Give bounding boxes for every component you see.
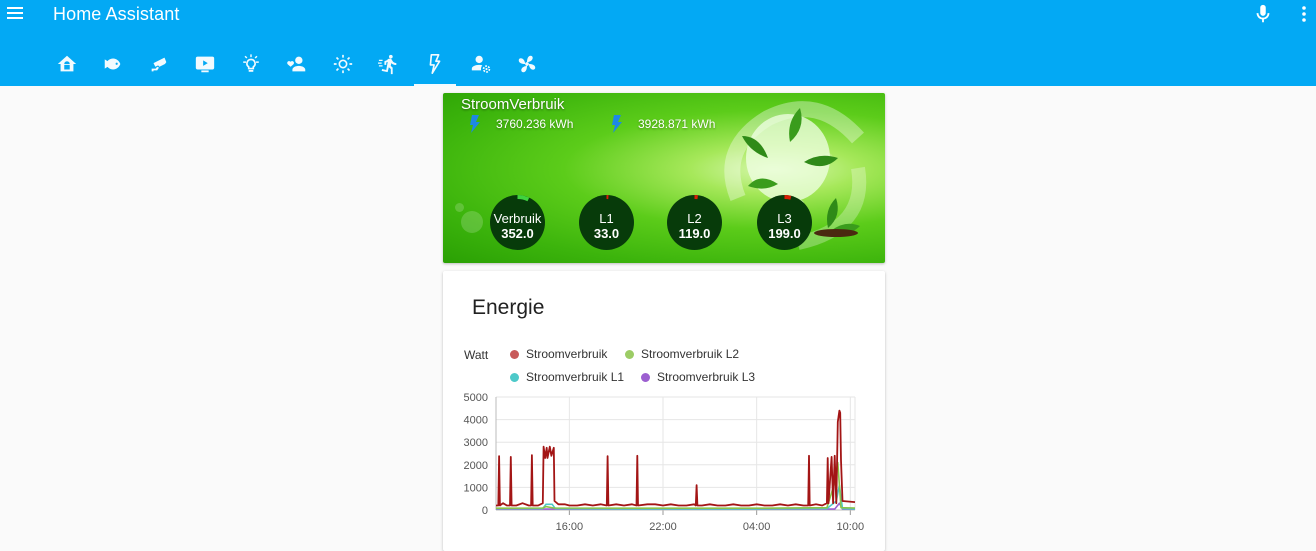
- gauge-value: 199.0: [757, 227, 812, 241]
- tab-weather[interactable]: [320, 42, 366, 86]
- meter-1-value: 3760.236 kWh: [496, 117, 573, 131]
- stroomverbruik-card: StroomVerbruik 3760.236 kWh 3928.871 kWh…: [443, 93, 885, 263]
- fish-icon: [102, 53, 124, 75]
- tab-cctv[interactable]: [136, 42, 182, 86]
- account-settings-icon: [470, 53, 492, 75]
- tab-motion[interactable]: [366, 42, 412, 86]
- series-line-stroomverbruik[interactable]: [496, 411, 855, 506]
- y-tick-label: 4000: [464, 415, 488, 427]
- gauge-arc-fill: [518, 197, 529, 199]
- tab-energy[interactable]: [412, 42, 458, 86]
- legend-item[interactable]: Stroomverbruik L2: [625, 347, 739, 361]
- legend-dot: [510, 350, 519, 359]
- tab-fish[interactable]: [90, 42, 136, 86]
- app-toolbar: Home Assistant: [0, 0, 1316, 86]
- gauge-value: 352.0: [490, 227, 545, 241]
- flash-icon: [468, 115, 482, 133]
- y-tick-label: 1000: [464, 482, 488, 494]
- gauge-value: 33.0: [579, 227, 634, 241]
- microphone-icon[interactable]: [1252, 2, 1274, 26]
- y-tick-label: 5000: [464, 392, 488, 404]
- app-title: Home Assistant: [53, 4, 179, 25]
- gauge-label: L2: [667, 212, 722, 226]
- tab-television[interactable]: [182, 42, 228, 86]
- y-axis-unit: Watt: [464, 348, 488, 362]
- run-icon: [378, 53, 400, 75]
- bubble-decoration: [455, 203, 464, 212]
- x-tick-label: 16:00: [556, 521, 584, 533]
- tab-lights[interactable]: [228, 42, 274, 86]
- tab-home[interactable]: [44, 42, 90, 86]
- account-heart-icon: [286, 53, 308, 75]
- gauge-l3[interactable]: L3 199.0: [757, 195, 812, 250]
- energie-card: Energie Watt Stroomverbruik Stroomverbru…: [443, 271, 885, 551]
- card-title: Energie: [472, 296, 544, 320]
- gauge-label: Verbruik: [490, 212, 545, 226]
- x-tick-label: 10:00: [837, 521, 865, 533]
- legend-item[interactable]: Stroomverbruik: [510, 347, 607, 361]
- flash-icon: [424, 53, 446, 75]
- menu-icon[interactable]: [4, 2, 26, 26]
- legend-label: Stroomverbruik: [526, 347, 607, 361]
- gauge-value: 119.0: [667, 227, 722, 241]
- series-line-stroomverbruik-l2[interactable]: [496, 463, 855, 509]
- gauge-label: L1: [579, 212, 634, 226]
- legend-dot: [625, 350, 634, 359]
- weather-sunny-icon: [332, 53, 354, 75]
- x-tick-label: 04:00: [743, 521, 771, 533]
- meter-2-value: 3928.871 kWh: [638, 117, 715, 131]
- tab-settings[interactable]: [458, 42, 504, 86]
- tab-people[interactable]: [274, 42, 320, 86]
- lightbulb-icon: [240, 53, 262, 75]
- gauge-l1[interactable]: L1 33.0: [579, 195, 634, 250]
- y-tick-label: 2000: [464, 460, 488, 472]
- y-tick-label: 0: [482, 505, 488, 517]
- cctv-icon: [148, 53, 170, 75]
- more-options-icon[interactable]: [1296, 4, 1312, 24]
- flash-icon: [610, 115, 624, 133]
- energy-line-chart[interactable]: 0 1000 2000 3000 4000 5000 16:00 22:00 04:00 10:0…: [443, 381, 885, 541]
- gauge-label: L3: [757, 212, 812, 226]
- fan-icon: [516, 53, 538, 75]
- meter-2[interactable]: 3928.871 kWh: [610, 115, 715, 133]
- bubble-decoration: [461, 211, 483, 233]
- card-title: StroomVerbruik: [461, 96, 564, 113]
- legend-label: Stroomverbruik L2: [641, 347, 739, 361]
- home-icon: [56, 53, 78, 75]
- x-tick-label: 22:00: [649, 521, 677, 533]
- television-icon: [194, 53, 216, 75]
- gauge-l2[interactable]: L2 119.0: [667, 195, 722, 250]
- gauge-verbruik[interactable]: Verbruik 352.0: [490, 195, 545, 250]
- gauge-arc-fill: [785, 197, 791, 198]
- y-tick-label: 3000: [464, 437, 488, 449]
- view-tabs: [44, 42, 550, 86]
- meter-1[interactable]: 3760.236 kWh: [468, 115, 573, 133]
- tab-fan[interactable]: [504, 42, 550, 86]
